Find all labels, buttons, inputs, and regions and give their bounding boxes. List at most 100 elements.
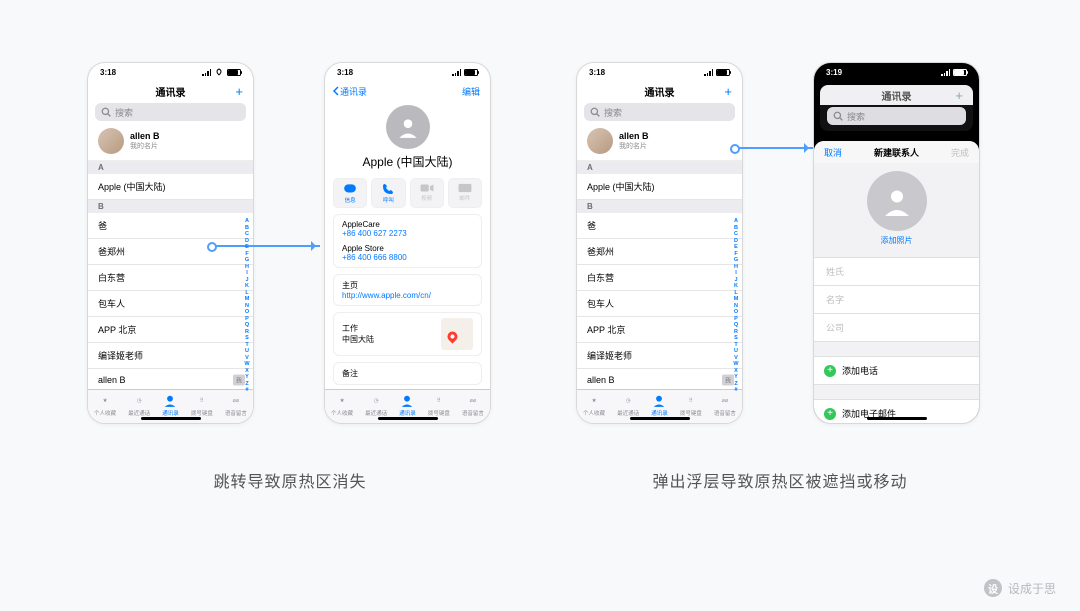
contact-row[interactable]: 爸郑州 bbox=[577, 239, 742, 265]
message-button[interactable]: 信息 bbox=[333, 178, 367, 208]
battery-icon bbox=[227, 69, 241, 76]
mail-icon bbox=[458, 183, 472, 193]
alpha-index[interactable]: ABCDEFGHIJKLMNOPQRSTUVWXYZ# bbox=[732, 218, 740, 394]
contact-row[interactable]: 编译姬老师 bbox=[577, 343, 742, 369]
section-header: B bbox=[88, 200, 253, 213]
company-field[interactable]: 公司 bbox=[814, 313, 979, 342]
contact-row[interactable]: 爸郑州 bbox=[88, 239, 253, 265]
caption-left: 跳转导致原热区消失 bbox=[90, 468, 490, 492]
watermark: 设 设成于思 bbox=[984, 579, 1056, 597]
contact-header: Apple (中国大陆) bbox=[325, 101, 490, 178]
add-phone-button[interactable]: +添加电话 bbox=[814, 356, 979, 385]
phone-number[interactable]: +86 400 627 2273 bbox=[342, 229, 473, 238]
add-photo-button[interactable]: 添加照片 bbox=[881, 235, 913, 246]
contact-row[interactable]: 爸 bbox=[88, 213, 253, 239]
mail-button[interactable]: 邮件 bbox=[448, 178, 482, 208]
notes-card[interactable]: 备注 bbox=[333, 362, 482, 385]
url-card[interactable]: 主页 http://www.apple.com/cn/ bbox=[333, 274, 482, 306]
watermark-icon: 设 bbox=[984, 579, 1002, 597]
contact-row[interactable]: 包车人 bbox=[88, 291, 253, 317]
edit-button[interactable]: 编辑 bbox=[462, 85, 480, 98]
phone-new-contact-sheet: 3:19 通讯录+ 搜索 取消 新建联系人 完成 添加照片 姓氏 名字 公司 +… bbox=[813, 62, 980, 424]
clock-icon: ◷ bbox=[132, 394, 146, 408]
phone-icon bbox=[382, 183, 394, 195]
chevron-left-icon bbox=[333, 86, 339, 96]
wifi-icon bbox=[214, 68, 224, 76]
contact-row[interactable]: 白东营 bbox=[577, 265, 742, 291]
sheet-nav: 取消 新建联系人 完成 bbox=[814, 141, 979, 163]
tab-recents[interactable]: ◷最近通话 bbox=[365, 394, 387, 417]
phone-contacts-list-1: 3:18 通讯录 + 搜索 allen B我的名片 A Apple (中国大陆)… bbox=[87, 62, 254, 424]
new-contact-sheet: 取消 新建联系人 完成 添加照片 姓氏 名字 公司 +添加电话 +添加电子邮件 bbox=[814, 141, 979, 423]
homepage-link[interactable]: http://www.apple.com/cn/ bbox=[342, 291, 473, 300]
arrow-navigate bbox=[210, 245, 320, 247]
contact-row[interactable]: Apple (中国大陆) bbox=[577, 174, 742, 200]
star-icon: ★ bbox=[98, 394, 112, 408]
video-icon bbox=[420, 183, 434, 193]
background-card: 通讯录+ 搜索 bbox=[820, 85, 973, 131]
alpha-index[interactable]: ABCDEFGHIJKLMNOPQRSTUVWXYZ# bbox=[243, 218, 251, 394]
search-input[interactable]: 搜索 bbox=[95, 103, 246, 121]
message-icon bbox=[343, 183, 357, 195]
done-button[interactable]: 完成 bbox=[951, 146, 969, 159]
sheet-title: 新建联系人 bbox=[874, 146, 919, 159]
avatar-placeholder-icon[interactable] bbox=[867, 171, 927, 231]
call-button[interactable]: 呼叫 bbox=[371, 178, 405, 208]
contact-row[interactable]: 包车人 bbox=[577, 291, 742, 317]
person-icon bbox=[163, 394, 177, 408]
tab-keypad[interactable]: ⠿拨号键盘 bbox=[191, 394, 213, 417]
status-time: 3:18 bbox=[100, 68, 116, 77]
contact-row[interactable]: APP 北京 bbox=[88, 317, 253, 343]
status-bar: 3:18 bbox=[325, 63, 490, 81]
map-thumbnail[interactable] bbox=[441, 318, 473, 350]
status-bar: 3:18 bbox=[88, 63, 253, 81]
contact-row[interactable]: 编译姬老师 bbox=[88, 343, 253, 369]
add-contact-button[interactable]: + bbox=[724, 84, 732, 99]
me-card[interactable]: allen B我的名片 bbox=[88, 123, 253, 161]
status-time: 3:18 bbox=[337, 68, 353, 77]
me-card[interactable]: allen B我的名片 bbox=[577, 123, 742, 161]
add-contact-button[interactable]: + bbox=[235, 84, 243, 99]
tab-voicemail[interactable]: ⌀⌀语音留言 bbox=[225, 394, 247, 417]
cancel-button[interactable]: 取消 bbox=[824, 146, 842, 159]
firstname-field[interactable]: 名字 bbox=[814, 285, 979, 314]
keypad-icon: ⠿ bbox=[195, 394, 209, 408]
tab-favorites[interactable]: ★个人收藏 bbox=[94, 394, 116, 417]
plus-icon: + bbox=[824, 365, 836, 377]
tab-voicemail[interactable]: ⌀⌀语音留言 bbox=[462, 394, 484, 417]
phone-number[interactable]: +86 400 666 8800 bbox=[342, 253, 473, 262]
nav-bar: 通讯录 编辑 bbox=[325, 81, 490, 101]
search-placeholder: 搜索 bbox=[115, 106, 133, 119]
nav-bar: 通讯录 + bbox=[88, 81, 253, 101]
section-header: A bbox=[88, 161, 253, 174]
lastname-field[interactable]: 姓氏 bbox=[814, 257, 979, 286]
address-card[interactable]: 工作 中国大陆 bbox=[333, 312, 482, 356]
home-indicator[interactable] bbox=[378, 417, 438, 420]
phone-contact-detail: 3:18 通讯录 编辑 Apple (中国大陆) 信息 呼叫 视频 邮件 App… bbox=[324, 62, 491, 424]
search-icon bbox=[101, 107, 111, 117]
arrow-sheet bbox=[733, 147, 813, 149]
contact-row[interactable]: 爸 bbox=[577, 213, 742, 239]
signal-icon bbox=[202, 69, 211, 76]
tab-favorites[interactable]: ★个人收藏 bbox=[331, 394, 353, 417]
contact-row[interactable]: APP 北京 bbox=[577, 317, 742, 343]
tab-contacts[interactable]: 通讯录 bbox=[399, 394, 416, 417]
tab-recents[interactable]: ◷最近通话 bbox=[128, 394, 150, 417]
plus-icon: + bbox=[824, 408, 836, 420]
contact-row[interactable]: 白东营 bbox=[88, 265, 253, 291]
me-name: allen B bbox=[130, 131, 160, 141]
avatar-icon bbox=[98, 128, 124, 154]
phone-contacts-list-2: 3:18 通讯录+ 搜索 allen B我的名片 A Apple (中国大陆) … bbox=[576, 62, 743, 424]
back-button[interactable]: 通讯录 bbox=[333, 85, 367, 98]
video-button[interactable]: 视频 bbox=[410, 178, 444, 208]
contact-name: Apple (中国大陆) bbox=[362, 153, 452, 170]
tab-keypad[interactable]: ⠿拨号键盘 bbox=[428, 394, 450, 417]
phone-card[interactable]: AppleCare +86 400 627 2273 Apple Store +… bbox=[333, 214, 482, 268]
search-input[interactable]: 搜索 bbox=[584, 103, 735, 121]
home-indicator[interactable] bbox=[141, 417, 201, 420]
page-title: 通讯录 bbox=[156, 84, 186, 99]
voicemail-icon: ⌀⌀ bbox=[229, 394, 243, 408]
contact-row[interactable]: Apple (中国大陆) bbox=[88, 174, 253, 200]
map-pin-icon bbox=[445, 329, 459, 343]
tab-contacts[interactable]: 通讯录 bbox=[162, 394, 179, 417]
